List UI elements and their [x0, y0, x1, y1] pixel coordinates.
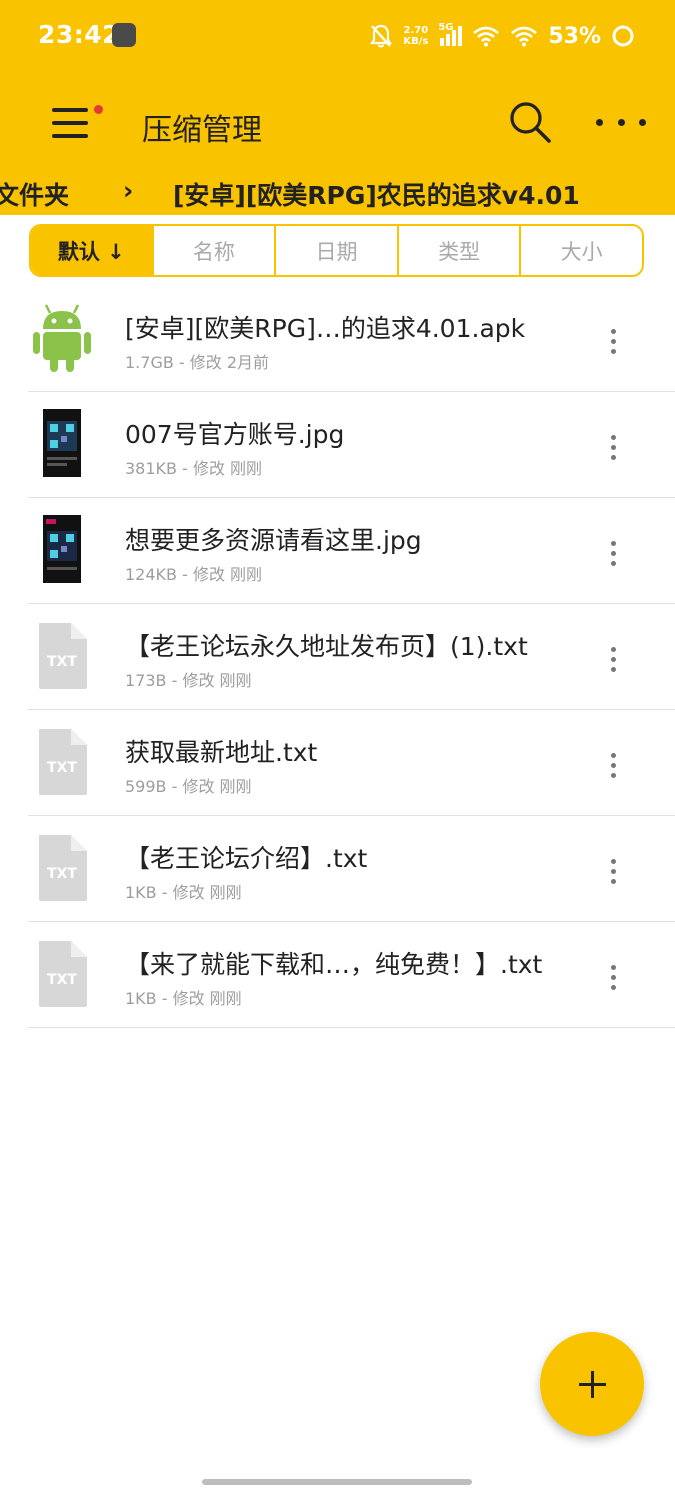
search-icon [510, 102, 551, 143]
chevron-right-icon: › [123, 176, 134, 205]
sort-tabs: 默认 ↓ 名称 日期 类型 大小 [29, 224, 644, 277]
file-row[interactable]: TXT 【来了就能下载和…，纯免费！】.txt 1KB - 修改 刚刚 [28, 922, 675, 1028]
wifi-icon [511, 26, 538, 47]
sort-tab-date[interactable]: 日期 [276, 226, 399, 275]
more-horizontal-icon [596, 118, 603, 126]
network-speed-value: 2.70 [403, 25, 429, 36]
status-bar: 23:42 2.70 KB/s 5G 53% [0, 0, 675, 72]
breadcrumb-current[interactable]: [安卓][欧美RPG]农民的追求v4.01 [173, 176, 580, 212]
file-meta: 1KB - 修改 刚刚 [125, 989, 242, 1008]
sort-tab-type[interactable]: 类型 [399, 226, 522, 275]
file-meta: 599B - 修改 刚刚 [125, 777, 252, 796]
wifi-icon [473, 26, 500, 47]
file-name: [安卓][欧美RPG]…的追求4.01.apk [125, 314, 526, 343]
txt-badge: TXT [47, 972, 77, 988]
toolbar: 压缩管理 [0, 85, 675, 160]
add-button[interactable] [540, 1332, 644, 1436]
file-meta: 173B - 修改 刚刚 [125, 671, 252, 690]
avatar-icon [112, 23, 136, 47]
search-button[interactable] [505, 97, 555, 147]
sort-tab-size[interactable]: 大小 [521, 226, 642, 275]
txt-badge: TXT [47, 654, 77, 670]
network-speed-unit: KB/s [403, 36, 429, 47]
file-row[interactable]: TXT 【老王论坛永久地址发布页】(1).txt 173B - 修改 刚刚 [28, 604, 675, 710]
home-indicator[interactable] [202, 1479, 472, 1485]
more-vertical-icon[interactable] [598, 846, 628, 896]
more-vertical-icon[interactable] [598, 952, 628, 1002]
signal-icon: 5G [438, 22, 463, 46]
file-name: 想要更多资源请看这里.jpg [125, 526, 422, 555]
file-meta: 124KB - 修改 刚刚 [125, 565, 263, 584]
file-row[interactable]: 想要更多资源请看这里.jpg 124KB - 修改 刚刚 [28, 498, 675, 604]
file-name: 获取最新地址.txt [125, 738, 318, 767]
image-thumbnail-icon [43, 409, 81, 477]
more-vertical-icon[interactable] [598, 634, 628, 684]
image-thumbnail-icon [43, 515, 81, 583]
txt-badge: TXT [47, 760, 77, 776]
sort-tab-name[interactable]: 名称 [154, 226, 277, 275]
battery-ring-icon [612, 25, 634, 47]
file-row[interactable]: [安卓][欧美RPG]…的追求4.01.apk 1.7GB - 修改 2月前 [28, 286, 675, 392]
breadcrumb: 文件夹 › [安卓][欧美RPG]农民的追求v4.01 [0, 172, 675, 212]
bell-muted-icon [370, 24, 393, 48]
more-vertical-icon[interactable] [598, 316, 628, 366]
file-name: 【老王论坛介绍】.txt [125, 844, 368, 873]
status-icons: 2.70 KB/s 5G 53% [369, 20, 635, 52]
network-speed: 2.70 KB/s [403, 25, 428, 47]
battery-level: 53% [548, 23, 601, 49]
file-name: 【来了就能下载和…，纯免费！】.txt [125, 950, 543, 979]
network-type: 5G [438, 22, 454, 33]
file-meta: 1KB - 修改 刚刚 [125, 883, 242, 902]
status-time: 23:42 [38, 20, 121, 49]
txt-badge: TXT [47, 866, 77, 882]
file-list: [安卓][欧美RPG]…的追求4.01.apk 1.7GB - 修改 2月前 0… [0, 286, 675, 1028]
txt-file-icon: TXT [39, 835, 87, 901]
txt-file-icon: TXT [39, 729, 87, 795]
file-meta: 1.7GB - 修改 2月前 [125, 353, 270, 372]
file-row[interactable]: TXT 【老王论坛介绍】.txt 1KB - 修改 刚刚 [28, 816, 675, 922]
txt-file-icon: TXT [39, 941, 87, 1007]
menu-button[interactable] [48, 103, 103, 143]
app-header: 23:42 2.70 KB/s 5G 53% 压缩管理 文件夹 › [安卓][欧… [0, 0, 675, 215]
more-vertical-icon[interactable] [598, 422, 628, 472]
more-vertical-icon[interactable] [598, 528, 628, 578]
more-vertical-icon[interactable] [598, 740, 628, 790]
file-name: 007号官方账号.jpg [125, 420, 345, 449]
page-title: 压缩管理 [142, 113, 262, 148]
sort-tab-default[interactable]: 默认 ↓ [31, 226, 154, 275]
android-icon [33, 304, 91, 372]
notification-dot [94, 105, 103, 114]
breadcrumb-parent[interactable]: 文件夹 [0, 176, 69, 212]
more-options-button[interactable] [596, 107, 646, 137]
file-row[interactable]: 007号官方账号.jpg 381KB - 修改 刚刚 [28, 392, 675, 498]
file-row[interactable]: TXT 获取最新地址.txt 599B - 修改 刚刚 [28, 710, 675, 816]
file-meta: 381KB - 修改 刚刚 [125, 459, 263, 478]
file-name: 【老王论坛永久地址发布页】(1).txt [125, 632, 528, 661]
txt-file-icon: TXT [39, 623, 87, 689]
